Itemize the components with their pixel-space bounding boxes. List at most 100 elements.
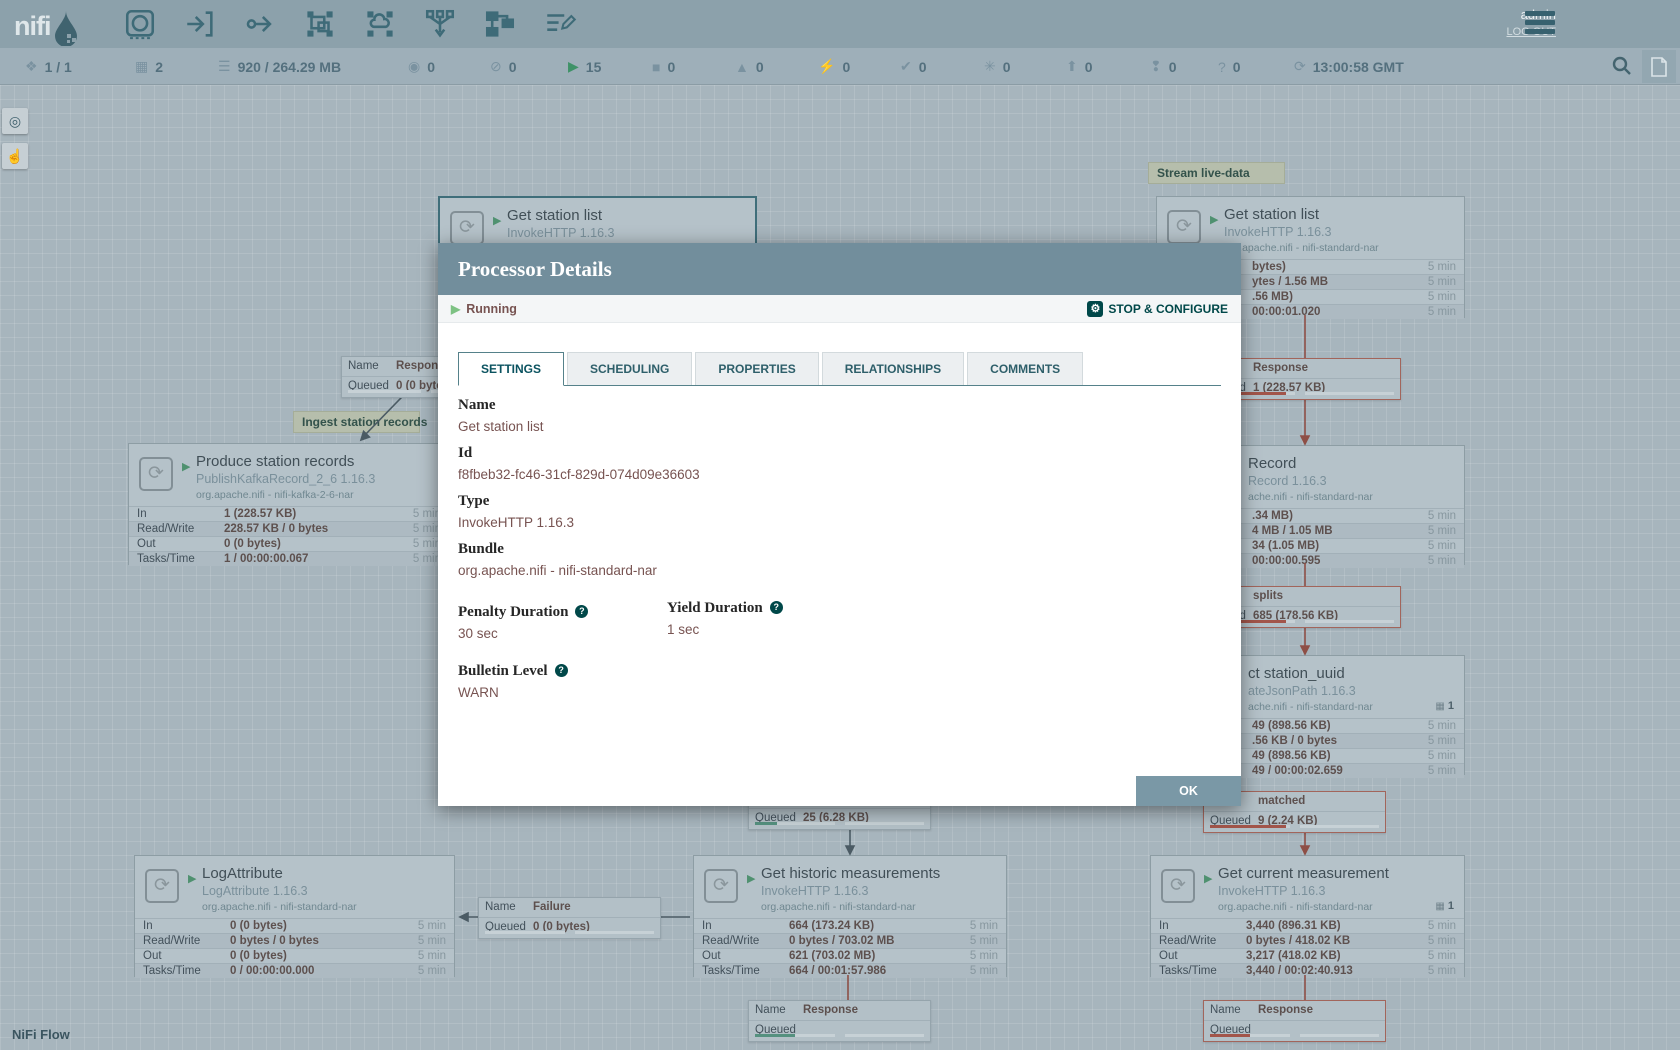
stat-readwrite: Read/Write0 bytes / 0 bytes5 min [135,933,454,948]
locally-modified-stale-stat: ❢0 [1150,48,1177,85]
navigate-palette-button[interactable]: ◎ [2,108,28,134]
locally-modified-stat: ✳0 [984,48,1011,85]
up-to-date-icon: ✔ [900,58,912,75]
running-icon: ▶ [568,58,579,75]
stat-in: In1 (228.57 KB)5 min [129,506,449,521]
processor-type-icon: ⟳ [450,211,484,245]
field-id: Id f8fbeb32-fc46-31cf-829d-074d09e36603 [458,445,1221,482]
processor-type-icon: ⟳ [145,869,179,903]
target-icon: ◎ [9,113,21,130]
tab-relationships[interactable]: RELATIONSHIPS [822,352,964,385]
select-hand-button[interactable]: ☝ [2,143,28,169]
cluster-icon: ▦ [135,58,148,75]
processor-get-current-measurement[interactable]: ⟳ ▶ Get current measurement InvokeHTTP 1… [1150,855,1465,977]
stat-in: In0 (0 bytes)5 min [135,918,454,933]
dialog-title: Processor Details [438,243,1241,295]
stat-tasks: Tasks/Time0 / 00:00:00.0005 min [135,963,454,978]
stop-configure-button[interactable]: ⚙STOP & CONFIGURE [1087,301,1228,317]
help-icon[interactable]: ? [575,605,588,618]
stat-out: Out621 (703.02 MB)5 min [694,948,1006,963]
field-type: Type InvokeHTTP 1.16.3 [458,493,1221,530]
search-button[interactable] [1610,54,1634,83]
canvas-label[interactable]: Stream live-data [1148,162,1285,184]
component-toolbar [118,2,598,46]
up-to-date-stat: ✔0 [900,48,927,85]
stopped-stat: ■0 [652,48,675,85]
stat-tasks: Tasks/Time1 / 00:00:00.0675 min [129,551,449,566]
global-menu-button[interactable] [1525,11,1555,38]
stat-readwrite: Read/Write0 bytes / 418.02 KB5 min [1151,933,1464,948]
stat-readwrite: Read/Write228.57 KB / 0 bytes5 min [129,521,449,536]
tasks-badge: ▦1 [1435,700,1454,712]
running-status-icon: ▶ [188,872,196,885]
input-port-icon[interactable] [178,2,222,46]
processor-details-dialog: Processor Details ▶Running ⚙STOP & CONFI… [438,243,1241,806]
breadcrumb[interactable]: NiFi Flow [12,1027,70,1042]
field-bundle: Bundle org.apache.nifi - nifi-standard-n… [458,541,1221,578]
output-port-icon[interactable] [238,2,282,46]
stop-configure-icon: ⚙ [1087,301,1103,317]
help-icon[interactable]: ? [770,601,783,614]
canvas-label[interactable]: Ingest station records [293,411,420,433]
stat-out: Out0 (0 bytes)5 min [135,948,454,963]
template-icon[interactable] [478,2,522,46]
stat-tasks: Tasks/Time3,440 / 00:02:40.9135 min [1151,963,1464,978]
processor-produce-station-records[interactable]: ⟳ ▶ Produce station records PublishKafka… [128,443,450,565]
hand-icon: ☝ [6,148,23,165]
processor-type-icon: ⟳ [1167,210,1201,244]
stopped-icon: ■ [652,59,660,75]
field-yield-duration: Yield Duration? 1 sec [667,600,876,641]
tab-settings[interactable]: SETTINGS [458,352,564,386]
nifi-logo-text: nifi [14,11,51,42]
funnel-icon[interactable] [418,2,462,46]
transmitting-stat: ◉0 [408,48,435,85]
field-bulletin-level: Bulletin Level? WARN [458,663,1221,700]
locally-modified-stale-icon: ❢ [1150,58,1162,75]
label-icon[interactable] [538,2,582,46]
processor-type-icon: ⟳ [704,869,738,903]
nifi-app: nifi [0,0,1680,1050]
stale-icon: ⬆ [1066,58,1078,75]
processor-icon[interactable] [118,2,162,46]
stat-in: In664 (173.24 KB)5 min [694,918,1006,933]
connection-label-response-bottom[interactable]: NameResponse Queued [748,1000,931,1042]
queued-stat: ☰920 / 264.29 MB [218,48,341,85]
run-status: ▶Running [451,302,517,316]
nifi-drop-icon [53,10,79,46]
processor-type-icon: ⟳ [1161,869,1195,903]
sync-failure-icon: ? [1218,59,1226,75]
cluster-stat: ▦2 [135,48,163,85]
field-penalty-duration: Penalty Duration? 30 sec [458,604,667,641]
dialog-tabs: SETTINGS SCHEDULING PROPERTIES RELATIONS… [458,352,1221,386]
processor-get-historic-measurements[interactable]: ⟳ ▶ Get historic measurements InvokeHTTP… [693,855,1007,977]
field-name: Name Get station list [458,397,1221,434]
stat-tasks: Tasks/Time664 / 00:01:57.9865 min [694,963,1006,978]
stat-readwrite: Read/Write0 bytes / 703.02 MB5 min [694,933,1006,948]
process-group-icon[interactable] [298,2,342,46]
disabled-stat: ⚡0 [818,48,850,85]
tab-properties[interactable]: PROPERTIES [695,352,818,385]
active-threads-stat: ❖1 / 1 [25,48,72,85]
refresh-icon[interactable]: ⟳ [1294,58,1306,75]
processor-log-attribute[interactable]: ⟳ ▶ LogAttribute LogAttribute 1.16.3 org… [134,855,455,977]
not-transmitting-icon: ⊘ [490,58,502,75]
nifi-logo: nifi [14,6,79,46]
panel-toggle-button[interactable] [1642,50,1676,83]
running-icon: ▶ [451,302,460,316]
running-status-icon: ▶ [182,460,190,473]
tab-comments[interactable]: COMMENTS [967,352,1083,385]
connection-label-response-bottom-right[interactable]: NameResponse Queued [1203,1000,1386,1042]
grid-icon: ▦ [1435,901,1444,912]
help-icon[interactable]: ? [555,664,568,677]
threads-icon: ❖ [25,58,38,75]
ok-button[interactable]: OK [1136,776,1241,806]
running-stat: ▶15 [568,48,601,85]
connection-label-failure[interactable]: NameFailure Queued0 (0 bytes) [478,897,661,939]
stat-out: Out0 (0 bytes)5 min [129,536,449,551]
not-transmitting-stat: ⊘0 [490,48,517,85]
running-status-icon: ▶ [1210,213,1218,226]
tab-scheduling[interactable]: SCHEDULING [567,352,692,385]
remote-process-group-icon[interactable] [358,2,402,46]
disabled-icon: ⚡ [818,58,835,75]
running-status-icon: ▶ [747,872,755,885]
